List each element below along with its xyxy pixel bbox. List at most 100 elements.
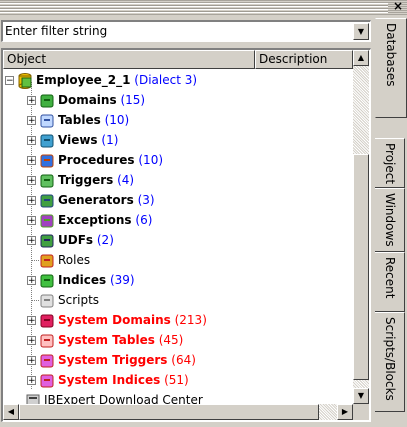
expand-icon[interactable]: + (27, 276, 36, 286)
index-icon (40, 274, 54, 287)
tree-item-download-center[interactable]: IBExpert Download Center (25, 390, 203, 404)
tab-databases-label: Databases (384, 23, 398, 87)
tree-item[interactable]: + Indices (39) (27, 270, 135, 290)
tree-item[interactable]: + Generators (3) (27, 190, 155, 210)
tree-item[interactable]: + System Triggers (64) (27, 350, 196, 370)
tree-item-count: (51) (164, 373, 189, 387)
system-domain-icon (40, 314, 54, 327)
tree-item[interactable]: + System Tables (45) (27, 330, 183, 350)
scroll-corner (353, 404, 369, 420)
tree-item-label: System Triggers (58, 353, 168, 367)
tree-item[interactable]: + System Indices (51) (27, 370, 189, 390)
expand-icon[interactable]: + (27, 356, 36, 366)
filter-input[interactable] (3, 22, 347, 40)
expand-icon[interactable]: + (27, 316, 36, 326)
tab-project-label: Project (383, 143, 397, 185)
tree-root-database[interactable]: − Employee_2_1 (Dialect 3) (5, 70, 197, 90)
dock-title-bar[interactable] (0, 0, 407, 16)
udf-icon (40, 234, 54, 247)
tree-item-label: Views (58, 133, 98, 147)
tree-item-count: (39) (109, 273, 135, 287)
tree-item[interactable]: + Domains (15) (27, 90, 145, 110)
scroll-left-button[interactable]: ◀ (3, 404, 19, 420)
tree-item-label: System Indices (58, 373, 161, 387)
download-center-icon (26, 394, 40, 404)
system-trigger-icon (40, 354, 54, 367)
expand-icon[interactable]: + (27, 116, 36, 126)
expand-icon[interactable]: + (27, 336, 36, 346)
tree-item-label: UDFs (58, 233, 94, 247)
tab-scripts-blocks-label: Scripts/Blocks (383, 317, 397, 401)
system-table-icon (40, 334, 54, 347)
expand-icon[interactable]: + (27, 236, 36, 246)
script-icon (40, 294, 54, 307)
expand-icon[interactable]: + (27, 136, 36, 146)
tree-item-count: (64) (171, 353, 196, 367)
vertical-scrollbar[interactable]: ▲ ▼ (353, 50, 369, 404)
tab-recent-label: Recent (383, 257, 397, 299)
tree-item-count: (4) (117, 173, 135, 187)
tree-item[interactable]: + Exceptions (6) (27, 210, 152, 230)
expand-icon[interactable]: + (27, 376, 36, 386)
collapse-icon[interactable]: − (5, 76, 14, 86)
scroll-right-button[interactable]: ▶ (337, 404, 353, 420)
download-center-label: IBExpert Download Center (44, 393, 203, 404)
expand-icon[interactable]: + (27, 96, 36, 106)
tree-root-label: Employee_2_1 (36, 73, 131, 87)
column-header-description[interactable]: Description (255, 50, 353, 69)
expand-icon[interactable]: + (27, 176, 36, 186)
role-icon (40, 254, 54, 267)
tree-item[interactable]: + UDFs (2) (27, 230, 114, 250)
scroll-up-button[interactable]: ▲ (353, 50, 369, 66)
tree-item[interactable]: + System Domains (213) (27, 310, 207, 330)
column-header-object[interactable]: Object (3, 50, 255, 69)
tree-item-label: Exceptions (58, 213, 132, 227)
expand-icon[interactable]: + (27, 196, 36, 206)
tree-item[interactable]: + Views (1) (27, 130, 118, 150)
filter-combo[interactable]: ▼ (1, 20, 371, 42)
tree-item-count: (1) (101, 133, 119, 147)
tab-windows[interactable]: Windows (375, 188, 405, 252)
tree-item-label: System Tables (58, 333, 155, 347)
trigger-icon (40, 174, 54, 187)
tree-item-label: Scripts (58, 293, 100, 307)
horizontal-scroll-thumb[interactable] (19, 404, 319, 420)
tab-windows-label: Windows (383, 193, 397, 247)
tree-item-count: (10) (138, 153, 164, 167)
tree-item-label: System Domains (58, 313, 171, 327)
tree-root-dialect: (Dialect 3) (134, 73, 198, 87)
system-index-icon (40, 374, 54, 387)
tree-item-count: (2) (96, 233, 114, 247)
view-icon (40, 134, 54, 147)
tree-item[interactable]: Roles (32, 250, 91, 270)
tree-item-label: Triggers (58, 173, 114, 187)
filter-dropdown-button[interactable]: ▼ (353, 23, 369, 40)
tree-item-count: (10) (104, 113, 130, 127)
domain-icon (40, 94, 54, 107)
tab-databases[interactable]: Databases (375, 18, 407, 118)
tree-item-label: Roles (58, 253, 91, 267)
tree-item-label: Indices (58, 273, 107, 287)
tree-item-label: Domains (58, 93, 117, 107)
close-icon[interactable]: × (390, 0, 406, 14)
generator-icon (40, 194, 54, 207)
vertical-scroll-thumb[interactable] (353, 154, 369, 380)
tab-recent[interactable]: Recent (375, 252, 405, 312)
expand-icon[interactable]: + (27, 216, 36, 226)
tree-item[interactable]: Scripts (32, 290, 100, 310)
scroll-down-button[interactable]: ▼ (353, 388, 369, 404)
database-explorer: Object Description − Employee_2_1 (Dialec… (1, 48, 371, 422)
tree-item-count: (15) (120, 93, 146, 107)
tree-item-label: Generators (58, 193, 134, 207)
horizontal-scrollbar[interactable]: ◀ ▶ (3, 404, 353, 420)
expand-icon[interactable]: + (27, 156, 36, 166)
tree-item[interactable]: + Procedures (10) (27, 150, 163, 170)
exception-icon (40, 214, 54, 227)
object-tree[interactable]: − Employee_2_1 (Dialect 3) + Domains (15) +… (3, 70, 353, 404)
tree-item-label: Procedures (58, 153, 135, 167)
side-tab-strip: Databases Project Windows Recent Scripts… (375, 18, 407, 427)
tree-item[interactable]: + Tables (10) (27, 110, 129, 130)
tab-project[interactable]: Project (375, 138, 405, 188)
tab-scripts-blocks[interactable]: Scripts/Blocks (375, 312, 405, 412)
tree-item[interactable]: + Triggers (4) (27, 170, 134, 190)
